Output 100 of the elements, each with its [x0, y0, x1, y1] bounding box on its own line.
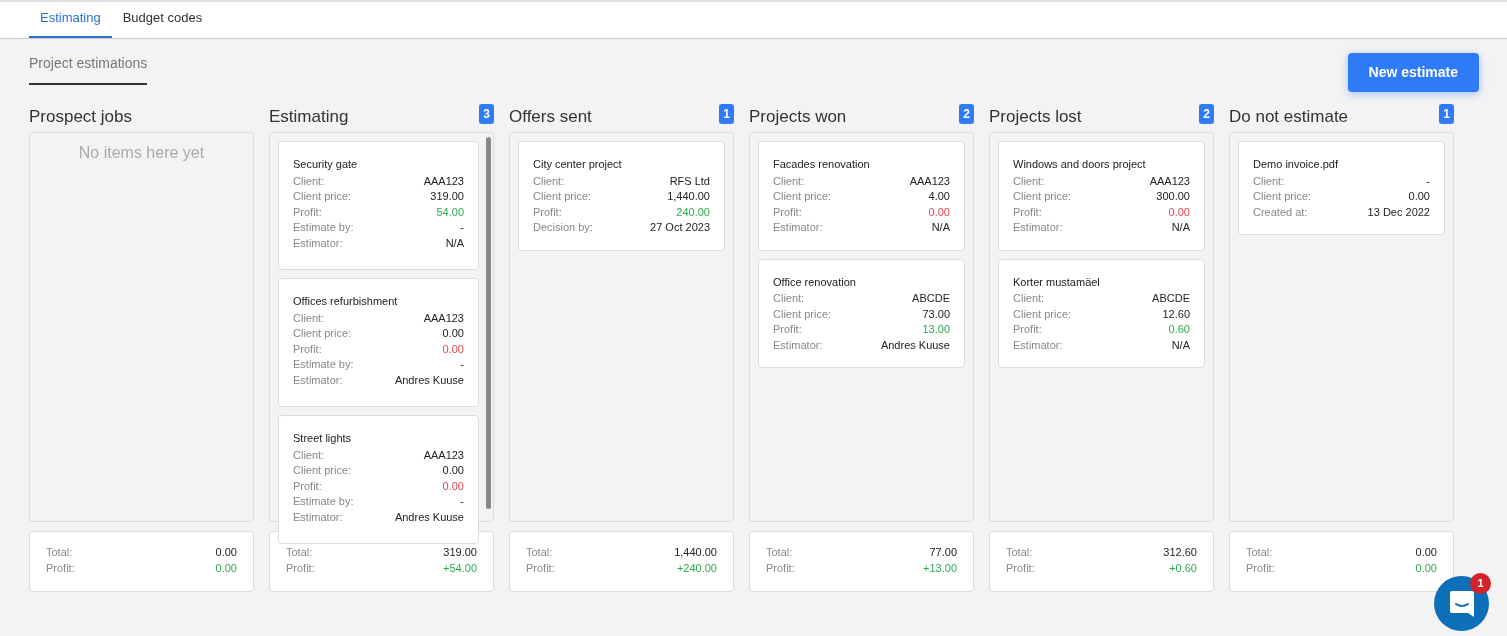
field-label: Client price: [773, 306, 832, 322]
field-value: 12.60 [1162, 306, 1190, 322]
tab[interactable]: Estimating [29, 0, 112, 38]
field-value: RFS Ltd [669, 173, 710, 189]
field-value: 0.00 [1408, 189, 1430, 204]
field-label: Profit: [293, 478, 322, 494]
estimate-card[interactable]: Security gate Client: AAA123 Client price: 319.00 Profit: 54.00 Estimate by: - Estimator: N/A [278, 141, 479, 270]
field-value: AAA123 [909, 173, 950, 189]
field-value: 0.00 [442, 478, 464, 494]
field-label: Client price: [533, 189, 592, 204]
field-label: Client price: [293, 326, 352, 341]
field-label: Estimator: [773, 220, 823, 235]
estimate-card[interactable]: Facades renovation Client: AAA123 Client price: 4.00 Profit: 0.00 Estimator: N/A [758, 141, 965, 251]
field-label: Client price: [1253, 189, 1312, 204]
field-value: AAA123 [423, 447, 464, 463]
field-label: Profit: [526, 560, 555, 576]
estimate-card[interactable]: Street lights Client: AAA123 Client price: 0.00 Profit: 0.00 Estimate by: - Estimator: Andres Kuuse [278, 415, 479, 544]
field-value: 4.00 [928, 189, 950, 204]
field-label: Total: [526, 545, 553, 560]
estimate-card[interactable]: City center project Client: RFS Ltd Client price: 1,440.00 Profit: 240.00 Decision by: 27 Oct 2023 [518, 141, 725, 251]
scrollbar[interactable] [486, 137, 491, 509]
field-value: 0.00 [442, 463, 464, 478]
field-label: Total: [1246, 545, 1273, 560]
field-value: 13.00 [922, 322, 950, 337]
field-value: +54.00 [443, 560, 477, 576]
field-label: Profit: [1013, 204, 1042, 220]
field-value: N/A [1171, 220, 1190, 235]
card-title: Korter mustamäel [1013, 274, 1101, 290]
field-label: Profit: [46, 560, 75, 576]
field-value: 0.00 [442, 341, 464, 357]
field-label: Total: [1006, 545, 1033, 560]
card-title: Street lights [293, 431, 353, 446]
field-label: Client: [533, 173, 565, 189]
field-value: 1,440.00 [674, 545, 717, 560]
field-value: Andres Kuuse [880, 337, 950, 353]
field-value: 0.00 [1168, 204, 1190, 220]
field-label: Client: [1253, 173, 1285, 189]
card-title: Facades renovation [773, 157, 871, 172]
estimate-card[interactable]: Office renovation Client: ABCDE Client price: 73.00 Profit: 13.00 Estimator: Andres Kuuse [758, 258, 965, 368]
card-title: City center project [533, 157, 623, 172]
field-label: Created at: [1253, 204, 1308, 220]
field-value: AAA123 [423, 173, 464, 189]
field-label: Total: [46, 545, 73, 560]
field-label: Profit: [1006, 560, 1035, 576]
field-label: Client: [1013, 173, 1045, 189]
field-label: Profit: [1013, 322, 1042, 337]
field-label: Total: [286, 545, 313, 560]
field-value: 0.00 [1415, 545, 1437, 560]
count-badge: 2 [959, 104, 974, 124]
field-label: Client price: [1013, 189, 1072, 204]
card-title: Demo invoice.pdf [1253, 157, 1339, 172]
column-title: Estimating [269, 106, 349, 128]
estimate-card[interactable]: Windows and doors project Client: AAA123 Client price: 300.00 Profit: 0.00 Estimator: N/A [998, 141, 1205, 251]
column-title: Offers sent [509, 106, 592, 128]
field-value: +0.60 [1169, 560, 1197, 576]
field-value: 0.00 [1415, 560, 1437, 576]
field-value: 312.60 [1163, 545, 1197, 560]
field-value: 319.00 [443, 545, 477, 560]
new-estimate-button[interactable]: New estimate [1347, 53, 1479, 92]
column-title: Projects won [749, 106, 847, 128]
field-value: 27 Oct 2023 [650, 220, 710, 235]
field-label: Profit: [293, 204, 322, 220]
estimate-card[interactable]: Offices refurbishment Client: AAA123 Client price: 0.00 Profit: 0.00 Estimate by: - Estimator: Andres Kuuse [278, 278, 479, 407]
field-label: Profit: [773, 322, 802, 337]
count-badge: 1 [1439, 104, 1454, 124]
field-value: 1,440.00 [667, 189, 710, 204]
field-value: N/A [931, 220, 950, 235]
field-label: Estimate by: [293, 220, 354, 235]
field-label: Client: [293, 447, 325, 463]
field-value: 0.00 [442, 326, 464, 341]
field-label: Estimator: [1013, 220, 1063, 235]
count-badge: 3 [479, 104, 494, 124]
field-label: Profit: [1246, 560, 1275, 576]
field-label: Client: [773, 291, 805, 306]
card-title: Windows and doors project [1013, 157, 1147, 172]
field-value: 0.00 [928, 204, 950, 220]
field-label: Estimator: [773, 337, 823, 353]
field-label: Decision by: [533, 220, 593, 235]
field-value: 13 Dec 2022 [1367, 204, 1430, 220]
column-title: Prospect jobs [29, 106, 132, 128]
estimate-card[interactable]: Korter mustamäel Client: ABCDE Client price: 12.60 Profit: 0.60 Estimator: N/A [998, 258, 1205, 368]
column-title: Projects lost [989, 106, 1082, 128]
field-value: +13.00 [923, 560, 957, 576]
field-label: Client: [773, 173, 805, 189]
chat-bubble-icon [1448, 589, 1475, 618]
field-value: 300.00 [1156, 189, 1190, 204]
field-label: Estimator: [293, 372, 343, 388]
field-value: Andres Kuuse [394, 372, 464, 388]
field-label: Total: [766, 545, 793, 560]
field-label: Estimate by: [293, 494, 354, 509]
field-value: 240.00 [676, 204, 710, 220]
field-label: Estimator: [1013, 337, 1063, 353]
estimate-card[interactable]: Demo invoice.pdf Client: - Client price: 0.00 Created at: 13 Dec 2022 [1238, 141, 1445, 235]
notification-badge: 1 [1470, 573, 1491, 594]
field-value: ABCDE [912, 291, 950, 306]
tab[interactable]: Budget codes [111, 0, 214, 38]
field-value: 319.00 [430, 189, 464, 204]
field-label: Profit: [293, 341, 322, 357]
field-value: AAA123 [423, 310, 464, 326]
field-value: Andres Kuuse [394, 509, 464, 525]
